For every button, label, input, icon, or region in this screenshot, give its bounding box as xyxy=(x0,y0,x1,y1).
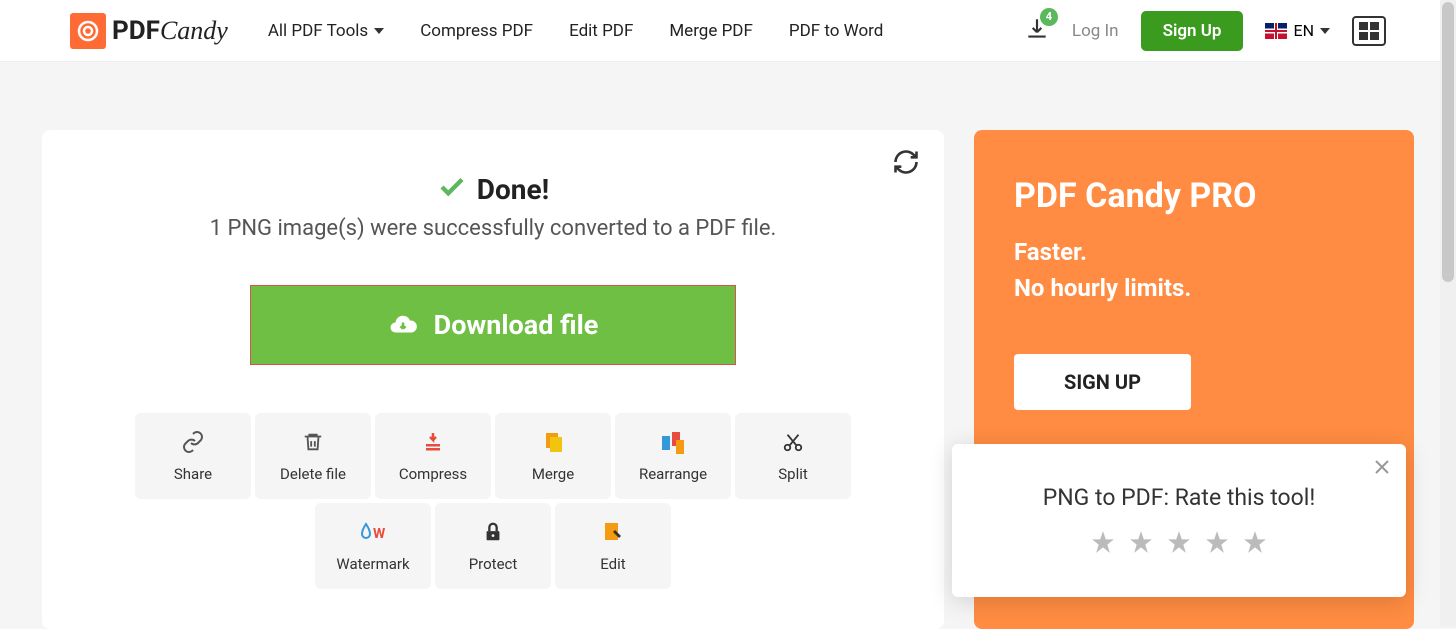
star-3[interactable] xyxy=(1166,529,1192,559)
close-button[interactable] xyxy=(1374,456,1390,480)
action-label: Delete file xyxy=(280,465,346,483)
svg-text:W: W xyxy=(373,526,386,542)
star-2[interactable] xyxy=(1128,529,1154,559)
lock-icon xyxy=(482,519,504,545)
chevron-down-icon xyxy=(374,28,384,34)
action-label: Rearrange xyxy=(639,465,707,483)
desktop-app-button[interactable] xyxy=(1352,16,1386,46)
rearrange-icon xyxy=(660,429,686,455)
downloads-button[interactable]: 4 xyxy=(1024,16,1050,46)
downloads-badge: 4 xyxy=(1040,8,1058,26)
watermark-icon: W xyxy=(360,519,386,545)
login-link[interactable]: Log In xyxy=(1072,21,1119,41)
rate-popup: PNG to PDF: Rate this tool! xyxy=(952,444,1406,597)
uk-flag-icon xyxy=(1265,23,1287,39)
cloud-download-icon xyxy=(388,310,418,340)
action-grid: Share Delete file Compress Merge Rearran… xyxy=(92,413,894,589)
action-label: Compress xyxy=(399,465,467,483)
rate-prompt: PNG to PDF: Rate this tool! xyxy=(982,484,1376,511)
scrollbar-thumb[interactable] xyxy=(1442,2,1454,282)
close-icon xyxy=(1374,459,1390,475)
action-rearrange[interactable]: Rearrange xyxy=(615,413,731,499)
rating-stars xyxy=(982,529,1376,559)
signup-button[interactable]: Sign Up xyxy=(1141,11,1244,51)
action-edit[interactable]: Edit xyxy=(555,503,671,589)
nav-pdf-to-word[interactable]: PDF to Word xyxy=(789,21,884,41)
action-share[interactable]: Share xyxy=(135,413,251,499)
action-protect[interactable]: Protect xyxy=(435,503,551,589)
main-panel: Done! 1 PNG image(s) were successfully c… xyxy=(42,130,944,629)
language-selector[interactable]: EN xyxy=(1265,21,1330,40)
lang-code: EN xyxy=(1293,21,1314,40)
scissors-icon xyxy=(782,429,804,455)
promo-line: Faster. xyxy=(1014,234,1374,270)
nav: All PDF Tools Compress PDF Edit PDF Merg… xyxy=(268,21,1024,41)
action-watermark[interactable]: W Watermark xyxy=(315,503,431,589)
action-label: Split xyxy=(778,465,808,483)
promo-line: No hourly limits. xyxy=(1014,270,1374,306)
done-row: Done! xyxy=(92,172,894,206)
action-label: Merge xyxy=(532,465,574,483)
action-label: Protect xyxy=(469,555,518,573)
compress-icon xyxy=(421,429,445,455)
nav-compress[interactable]: Compress PDF xyxy=(420,21,533,41)
vertical-scrollbar[interactable] xyxy=(1440,0,1456,627)
promo-signup-button[interactable]: SIGN UP xyxy=(1014,354,1191,410)
nav-all-tools[interactable]: All PDF Tools xyxy=(268,21,384,41)
action-compress[interactable]: Compress xyxy=(375,413,491,499)
trash-icon xyxy=(302,429,324,455)
reload-icon xyxy=(892,148,920,176)
result-subtitle: 1 PNG image(s) were successfully convert… xyxy=(92,216,894,241)
restart-button[interactable] xyxy=(892,148,920,180)
star-4[interactable] xyxy=(1204,529,1230,559)
download-file-button[interactable]: Download file xyxy=(250,285,736,365)
action-label: Edit xyxy=(600,555,625,573)
star-5[interactable] xyxy=(1242,529,1268,559)
logo-icon xyxy=(70,13,106,49)
chevron-down-icon xyxy=(1320,28,1330,34)
check-icon xyxy=(437,172,467,206)
action-label: Share xyxy=(174,465,212,483)
download-button-label: Download file xyxy=(434,309,599,341)
done-heading: Done! xyxy=(477,173,549,206)
logo[interactable]: PDFCandy xyxy=(70,13,228,49)
link-icon xyxy=(181,429,205,455)
action-split[interactable]: Split xyxy=(735,413,851,499)
nav-edit[interactable]: Edit PDF xyxy=(569,21,633,41)
windows-icon xyxy=(1359,22,1379,40)
promo-title: PDF Candy PRO xyxy=(1014,176,1374,216)
action-merge[interactable]: Merge xyxy=(495,413,611,499)
edit-icon xyxy=(601,519,625,545)
nav-merge[interactable]: Merge PDF xyxy=(669,21,753,41)
logo-text: PDFCandy xyxy=(112,16,228,46)
star-1[interactable] xyxy=(1090,529,1116,559)
action-delete[interactable]: Delete file xyxy=(255,413,371,499)
header: PDFCandy All PDF Tools Compress PDF Edit… xyxy=(0,0,1456,62)
header-right: 4 Log In Sign Up EN xyxy=(1024,11,1386,51)
merge-icon xyxy=(541,429,565,455)
action-label: Watermark xyxy=(336,555,409,573)
